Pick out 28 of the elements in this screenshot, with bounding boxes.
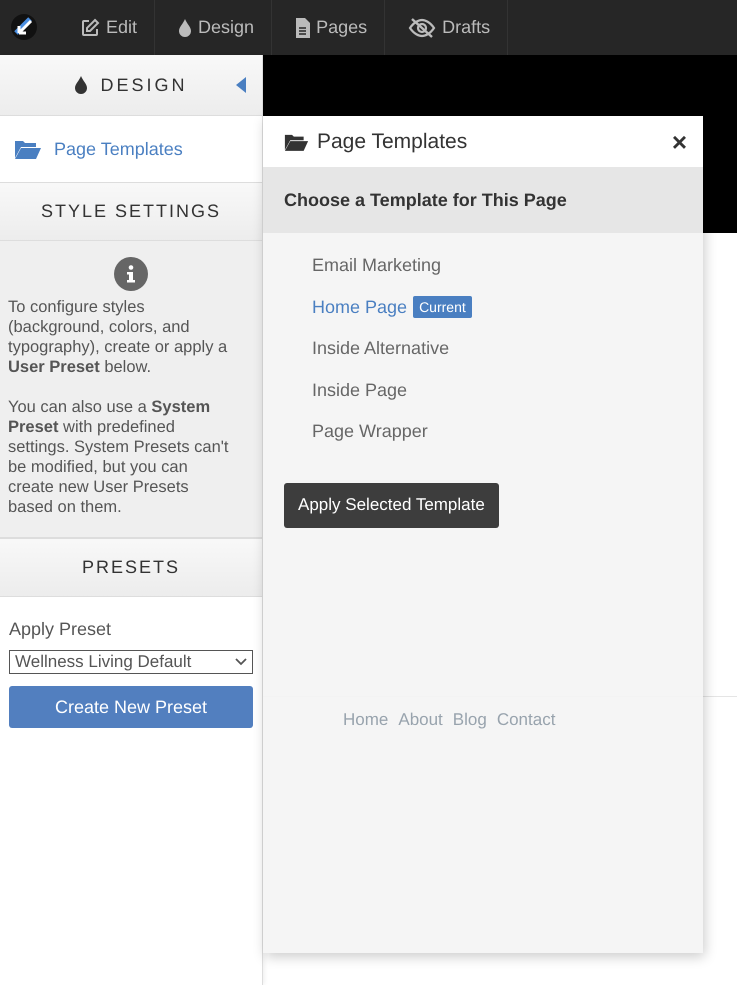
drop-icon [178,18,192,38]
chevron-down-icon [235,658,247,666]
current-badge: Current [413,296,472,318]
folder-icon [14,138,42,160]
apply-template-button[interactable]: Apply Selected Template [284,482,499,528]
close-button[interactable]: × [668,128,691,154]
logo-icon[interactable] [10,13,38,41]
template-option[interactable]: Email Marketing [312,255,442,276]
field-label: Apply Preset [9,619,112,640]
info-text: To configure styles (background, colors, and typography), create or apply a User Preset below. [8,297,228,377]
section-title: STYLE SETTINGS [40,201,222,222]
template-option[interactable]: Page Wrapper [312,421,428,442]
hidden-eye-icon [408,18,436,38]
sidebar-title: DESIGN [100,74,188,96]
dialog-title: Page Templates [317,130,468,154]
info-icon [114,257,148,291]
dialog-subtitle: Choose a Template for This Page [284,190,567,210]
edit-icon [80,18,100,38]
document-icon [295,18,310,38]
preset-dropdown[interactable]: Wellness Living Default [9,650,253,674]
create-preset-button[interactable]: Create New Preset [9,686,253,728]
section-title: PRESETS [82,557,180,578]
template-option[interactable]: Home Page [312,296,408,318]
template-option[interactable]: Inside Page [312,380,408,401]
drop-icon [74,75,88,95]
info-text: You can also use a System Preset with predefined settings. System Presets can't be modified, but you can create new User Presets based on them. [8,397,230,517]
template-option[interactable]: Inside Alternative [312,338,450,360]
collapse-arrow-icon[interactable] [236,77,246,93]
